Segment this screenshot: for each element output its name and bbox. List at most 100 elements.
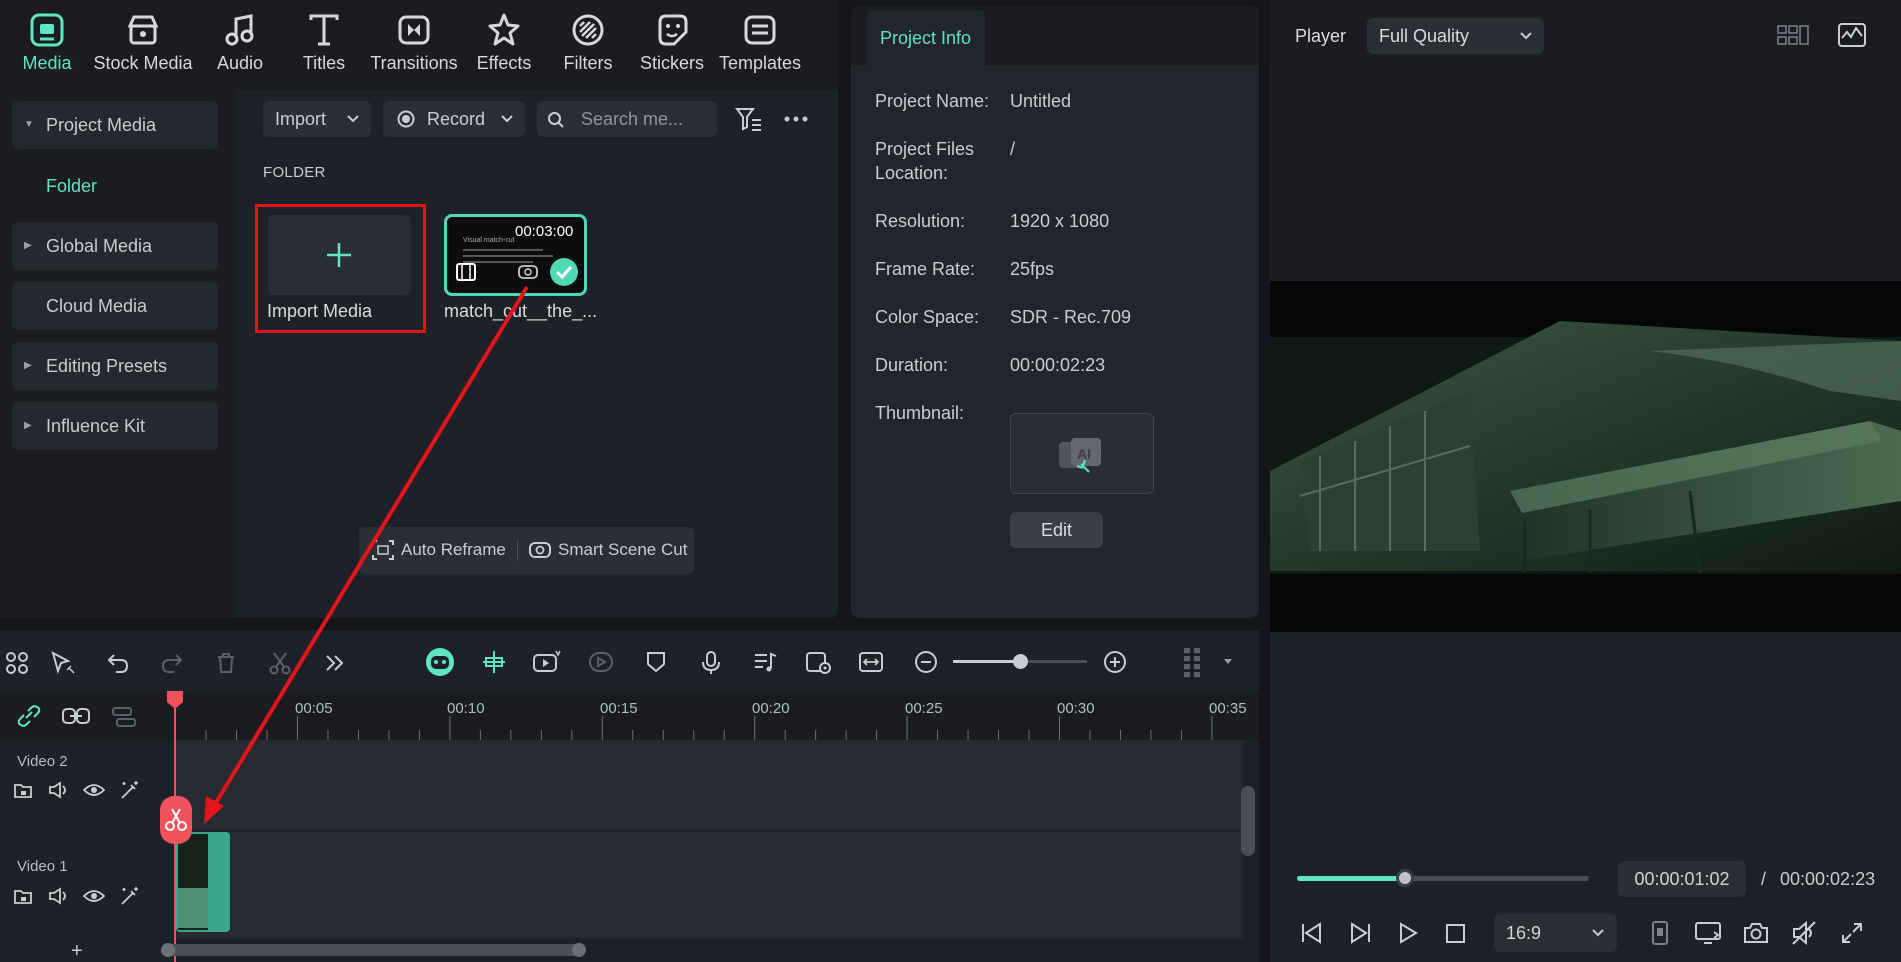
edit-thumbnail-button[interactable]: Edit — [1010, 512, 1103, 548]
track-video-2[interactable] — [175, 740, 1243, 830]
folder-lock-icon[interactable] — [13, 781, 33, 799]
more-tools-chevron-icon[interactable] — [324, 653, 346, 673]
audio-list-icon[interactable] — [752, 650, 778, 674]
ai-magic-icon[interactable] — [119, 886, 141, 906]
thumbnail-box[interactable]: AI — [1010, 413, 1154, 494]
select-cursor-icon[interactable] — [50, 651, 76, 675]
project-name-value: Untitled — [1010, 91, 1072, 111]
tab-templates[interactable]: Templates — [710, 12, 810, 82]
track-layout-icon[interactable] — [111, 706, 137, 728]
link-chain-icon[interactable] — [16, 704, 42, 728]
track-headers — [0, 740, 175, 962]
play-icon[interactable] — [1398, 922, 1418, 944]
nav-global-media[interactable]: ▶ Global Media — [12, 222, 218, 270]
add-track-button[interactable]: + — [71, 940, 83, 962]
ai-magic-icon[interactable] — [119, 780, 141, 800]
tab-project-info[interactable]: Project Info — [866, 10, 985, 65]
files-location-label: Project Files — [875, 139, 975, 159]
fullscreen-icon[interactable] — [1840, 921, 1864, 945]
files-location-label: Location: — [875, 163, 949, 183]
playback-progress-handle[interactable] — [1396, 869, 1415, 887]
grid-layout-icon[interactable] — [5, 651, 29, 675]
search-placeholder: Search me... — [581, 109, 684, 129]
fit-width-icon[interactable] — [858, 650, 884, 674]
drag-handle-icon[interactable] — [1182, 646, 1202, 678]
scissors-cut-icon[interactable] — [159, 795, 193, 845]
chevron-down-icon — [1520, 32, 1532, 40]
tab-media[interactable]: Media — [0, 12, 97, 82]
next-frame-icon[interactable] — [1348, 922, 1372, 944]
folder-lock-icon[interactable] — [13, 887, 33, 905]
speaker-icon[interactable] — [48, 887, 70, 905]
tab-stickers[interactable]: Stickers — [622, 12, 722, 82]
caret-down-icon[interactable] — [1223, 658, 1233, 666]
record-dropdown[interactable]: Record — [383, 101, 525, 137]
import-media-button[interactable] — [268, 215, 411, 295]
split-scissors-icon[interactable] — [268, 651, 292, 675]
nav-label: Cloud Media — [46, 296, 148, 316]
playback-progress-track[interactable] — [1297, 876, 1589, 881]
previous-frame-icon[interactable] — [1300, 922, 1324, 944]
preview-render-icon[interactable] — [805, 650, 833, 676]
delete-trash-icon[interactable] — [215, 651, 237, 675]
link-clips-icon[interactable] — [61, 706, 91, 726]
search-input[interactable]: Search me... — [537, 101, 717, 137]
undo-icon[interactable] — [106, 652, 130, 674]
mobile-preview-icon[interactable] — [1650, 920, 1670, 946]
nav-editing-presets[interactable]: ▶ Editing Presets — [12, 342, 218, 390]
stop-icon[interactable] — [1445, 923, 1466, 944]
thumbnail-label: Thumbnail: — [875, 403, 965, 423]
scrollbar-right-handle[interactable] — [572, 943, 586, 957]
layout-grid-icon[interactable] — [1777, 24, 1809, 46]
zoom-slider-handle[interactable] — [1013, 654, 1028, 669]
playhead-handle[interactable] — [166, 690, 184, 710]
microphone-icon[interactable] — [700, 650, 722, 676]
smart-scene-cut-button[interactable]: Smart Scene Cut — [558, 540, 687, 560]
marker-shield-icon[interactable] — [645, 650, 667, 674]
aspect-ratio-dropdown[interactable]: 16:9 — [1494, 914, 1617, 952]
track-video-1[interactable] — [175, 832, 1243, 938]
more-options-icon[interactable] — [784, 115, 808, 123]
ruler-label: 00:35 — [1209, 700, 1247, 717]
nav-cloud-media[interactable]: Cloud Media — [12, 282, 218, 330]
horizontal-scrollbar[interactable] — [168, 944, 580, 956]
nav-label: Global Media — [46, 236, 153, 256]
current-time-field[interactable]: 00:00:01:02 — [1618, 861, 1746, 897]
clip-thumbnail-scene — [178, 888, 208, 928]
import-dropdown[interactable]: Import — [263, 101, 371, 137]
tab-label: Templates — [718, 53, 802, 73]
zoom-in-icon[interactable] — [1103, 650, 1127, 674]
filter-sort-icon[interactable] — [735, 106, 763, 132]
nav-influence-kit[interactable]: ▶ Influence Kit — [12, 402, 218, 450]
auto-reframe-button[interactable]: Auto Reframe — [401, 540, 506, 560]
project-name-label: Project Name: — [875, 91, 990, 111]
tab-titles[interactable]: Titles — [274, 12, 374, 82]
frame-rate-value: 25fps — [1010, 259, 1055, 279]
snap-magnet-icon[interactable] — [480, 649, 508, 675]
waveform-monitor-icon[interactable] — [1837, 22, 1867, 48]
zoom-out-icon[interactable] — [914, 650, 938, 674]
tab-stock-media[interactable]: Stock Media — [93, 12, 193, 82]
files-location-value: / — [1010, 139, 1016, 159]
vertical-scrollbar[interactable] — [1241, 786, 1255, 856]
timeline-clip[interactable] — [176, 832, 230, 932]
color-space-label: Color Space: — [875, 307, 980, 327]
nav-folder[interactable]: Folder — [12, 162, 218, 210]
scrollbar-left-handle[interactable] — [161, 943, 175, 957]
media-clip-thumbnail[interactable]: Visual match-cut 00:03:00 — [444, 214, 587, 296]
video-preview[interactable] — [1270, 281, 1901, 632]
eye-icon[interactable] — [83, 888, 105, 904]
video-clip-icon — [518, 265, 538, 279]
tab-transitions[interactable]: Transitions — [364, 12, 464, 82]
eye-icon[interactable] — [83, 782, 105, 798]
speaker-icon[interactable] — [48, 781, 70, 799]
quality-dropdown[interactable]: Full Quality — [1367, 18, 1544, 54]
redo-icon[interactable] — [160, 652, 184, 674]
nav-project-media[interactable]: ▼ Project Media — [12, 101, 218, 149]
ai-video-icon[interactable] — [532, 649, 562, 675]
mute-speaker-icon[interactable] — [1790, 920, 1818, 946]
auto-play-icon[interactable] — [588, 650, 614, 674]
display-monitor-icon[interactable] — [1694, 920, 1722, 946]
ai-copilot-icon[interactable] — [425, 647, 455, 677]
camera-snapshot-icon[interactable] — [1742, 920, 1770, 946]
